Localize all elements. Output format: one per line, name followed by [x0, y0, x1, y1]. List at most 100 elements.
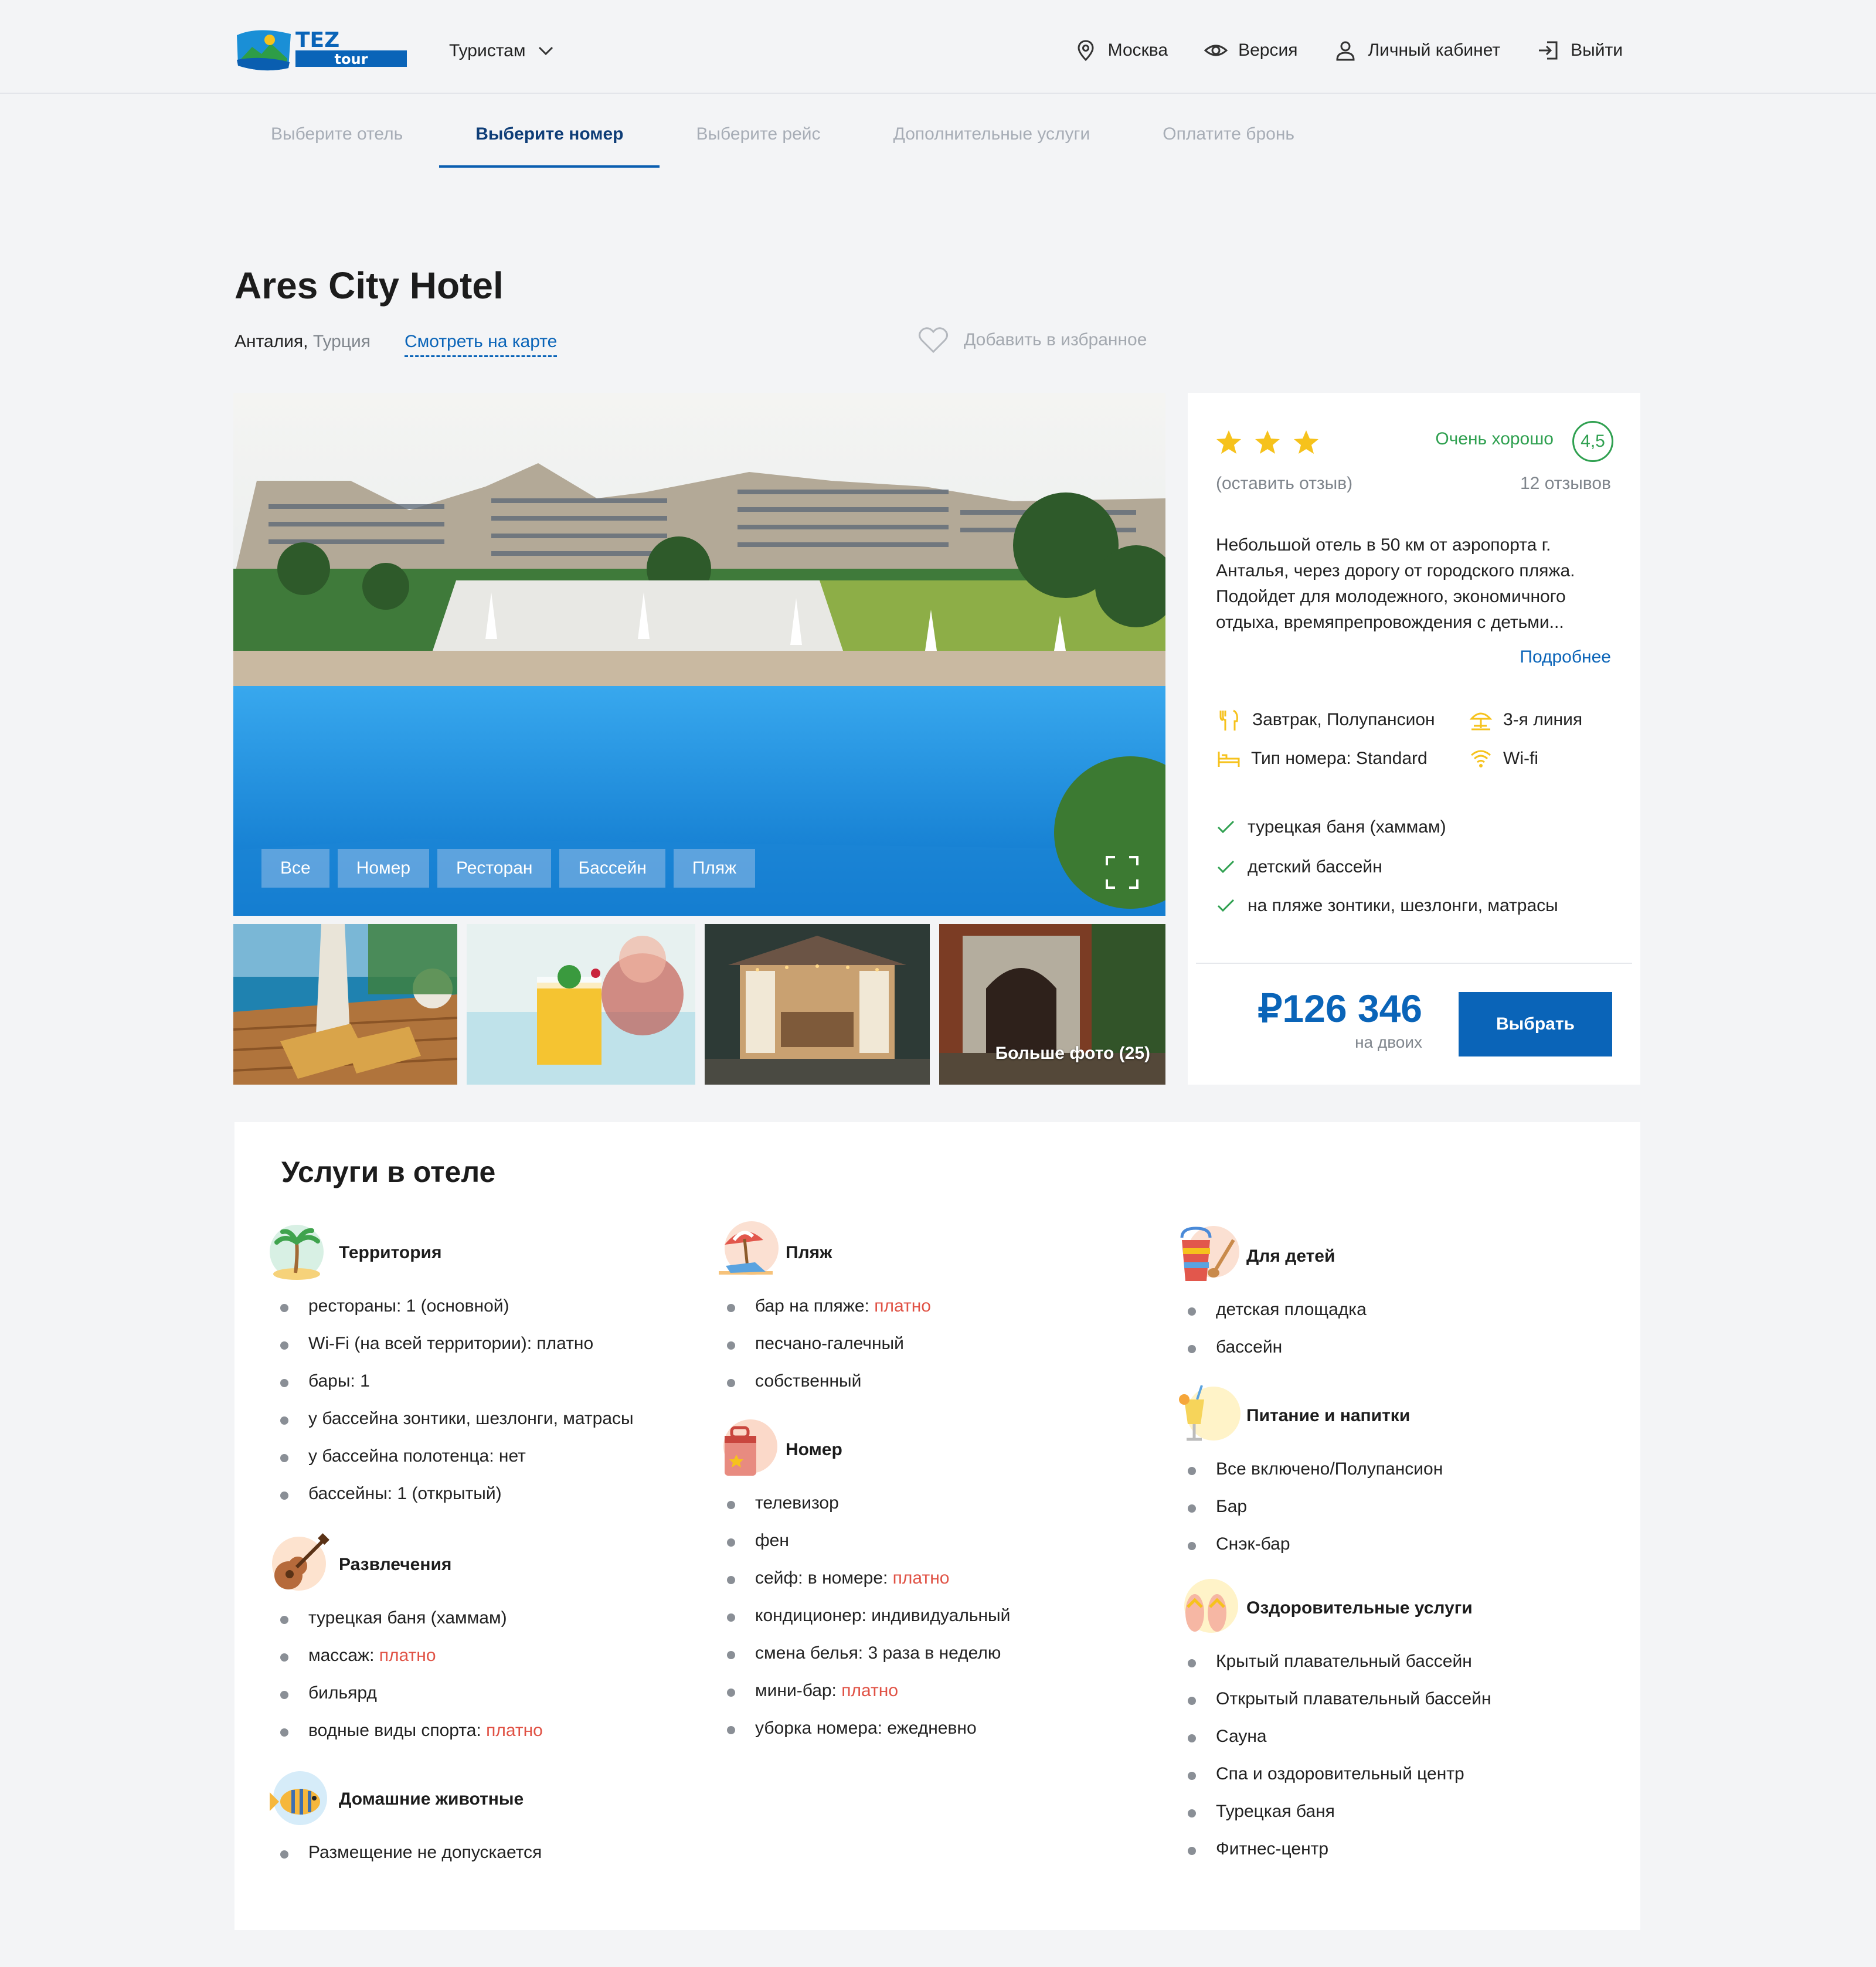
- service-list: рестораны: 1 (основной) Wi-Fi (на всей т…: [267, 1287, 634, 1513]
- cocktail-icon: [1179, 1385, 1241, 1441]
- photo-tab-restaurant[interactable]: Ресторан: [437, 849, 552, 888]
- service-group-room: Номер телевизор фен сейф: в номере: плат…: [714, 1418, 1010, 1747]
- step-choose-flight[interactable]: Выберите рейс: [660, 117, 857, 168]
- logout-icon: [1539, 41, 1558, 60]
- service-list: Размещение не допускается: [267, 1834, 542, 1871]
- step-pay-booking[interactable]: Оплатите бронь: [1126, 117, 1331, 168]
- read-more-link[interactable]: Подробнее: [1520, 647, 1611, 667]
- service-group-title: Питание и напитки: [1246, 1406, 1411, 1425]
- service-item: бары: 1: [267, 1363, 634, 1400]
- flip-flops-icon: [1184, 1579, 1238, 1633]
- card-divider: [1196, 963, 1632, 964]
- reviews-count-link[interactable]: 12 отзывов: [1520, 474, 1611, 494]
- step-extra-services[interactable]: Дополнительные услуги: [857, 117, 1127, 168]
- city-selector[interactable]: Москва: [1074, 39, 1168, 62]
- highlight-item: турецкая баня (хаммам): [1217, 817, 1446, 837]
- photo-tab-pool[interactable]: Бассейн: [559, 849, 665, 888]
- fork-knife-icon: [1219, 709, 1238, 731]
- step-choose-room[interactable]: Выберите номер: [439, 117, 660, 168]
- hotel-summary-card: Очень хорошо 4,5 (оставить отзыв) 12 отз…: [1188, 393, 1640, 1085]
- service-item: Сауна: [1175, 1718, 1491, 1755]
- room-type-feature: Тип номера: Standard: [1217, 747, 1428, 770]
- account-link[interactable]: Личный кабинет: [1334, 39, 1500, 62]
- service-group-food: Питание и напитки Все включено/Полупанси…: [1175, 1384, 1443, 1563]
- choose-button[interactable]: Выбрать: [1459, 992, 1612, 1056]
- photo-tab-room[interactable]: Номер: [337, 849, 430, 888]
- hotel-country: Турция: [312, 332, 371, 351]
- logout-link[interactable]: Выйти: [1537, 39, 1623, 62]
- service-item: Фитнес-центр: [1175, 1830, 1491, 1868]
- main-hotel-photo[interactable]: Все Номер Ресторан Бассейн Пляж: [233, 393, 1165, 916]
- beach-umbrella-icon: [1469, 712, 1493, 731]
- heart-icon: [919, 327, 948, 354]
- thumbnail-more-photos[interactable]: Больше фото (25): [939, 924, 1165, 1085]
- photo-tab-all[interactable]: Все: [261, 849, 329, 888]
- service-item: Снэк-бар: [1175, 1526, 1443, 1563]
- service-group-title: Домашние животные: [339, 1789, 524, 1809]
- chevron-down-icon: [539, 46, 553, 56]
- meal-label: Завтрак, Полупансион: [1252, 710, 1435, 729]
- beach-line-feature: 3-я линия: [1469, 708, 1582, 732]
- service-item: детская площадка: [1175, 1291, 1367, 1329]
- booking-steps: Выберите отель Выберите номер Выберите р…: [235, 117, 1331, 168]
- sand-bucket-icon: [1180, 1226, 1239, 1281]
- service-list: телевизор фен сейф: в номере: платно кон…: [714, 1484, 1010, 1747]
- service-item: бассейн: [1175, 1329, 1367, 1366]
- service-group-beach: Пляж бар на пляже: платно песчано-галечн…: [714, 1221, 931, 1400]
- beach-chair-icon: [719, 1221, 779, 1275]
- suitcase-icon: [723, 1419, 777, 1476]
- service-item: песчано-галечный: [714, 1325, 931, 1363]
- thumbnail-beach[interactable]: [233, 924, 457, 1085]
- service-group-health: Оздоровительные услуги Крытый плавательн…: [1175, 1576, 1491, 1868]
- thumbnail-beach-image: [233, 924, 457, 1085]
- service-list: детская площадка бассейн: [1175, 1291, 1367, 1366]
- room-type-label: Тип номера: Standard: [1251, 749, 1428, 768]
- step-choose-hotel[interactable]: Выберите отель: [235, 117, 439, 168]
- service-item: смена белья: 3 раза в неделю: [714, 1635, 1010, 1672]
- service-item: массаж: платно: [267, 1637, 543, 1674]
- svg-text:TEZ: TEZ: [295, 28, 339, 52]
- hotel-location: Анталия, Турция: [235, 332, 371, 352]
- version-toggle[interactable]: Версия: [1204, 39, 1297, 62]
- service-item: Турецкая баня: [1175, 1793, 1491, 1830]
- service-item: Бар: [1175, 1488, 1443, 1526]
- tez-tour-logo[interactable]: TEZ tour: [235, 27, 408, 72]
- photo-tab-beach[interactable]: Пляж: [673, 849, 756, 888]
- service-group-territory: Территория рестораны: 1 (основной) Wi-Fi…: [267, 1221, 634, 1513]
- thumbnail-terrace[interactable]: [705, 924, 930, 1085]
- hotel-pool-image: [233, 393, 1165, 916]
- leave-review-link[interactable]: (оставить отзыв): [1216, 474, 1352, 494]
- user-icon: [1336, 41, 1355, 61]
- price-value: ₽126 346: [1258, 987, 1422, 1030]
- favorites-label: Добавить в избранное: [964, 330, 1147, 349]
- svg-text:tour: tour: [335, 51, 368, 67]
- service-item: у бассейна полотенца: нет: [267, 1438, 634, 1475]
- service-group-title: Оздоровительные услуги: [1246, 1598, 1473, 1618]
- service-item: бильярд: [267, 1674, 543, 1712]
- bed-icon: [1218, 752, 1240, 767]
- hotel-title: Ares City Hotel: [235, 264, 504, 307]
- fullscreen-icon[interactable]: [1104, 855, 1140, 890]
- service-group-title: Для детей: [1246, 1246, 1335, 1266]
- beach-line-label: 3-я линия: [1503, 710, 1583, 729]
- star-icon: [1255, 430, 1280, 454]
- service-item: водные виды спорта: платно: [267, 1712, 543, 1749]
- version-label: Версия: [1238, 40, 1298, 60]
- service-item: у бассейна зонтики, шезлонги, матрасы: [267, 1400, 634, 1438]
- service-item: мини-бар: платно: [714, 1672, 1010, 1710]
- highlight-item: детский бассейн: [1217, 857, 1382, 877]
- service-item: Wi-Fi (на всей территории): платно: [267, 1325, 634, 1363]
- service-group-title: Номер: [786, 1440, 842, 1459]
- checkmark-icon: [1217, 860, 1235, 874]
- service-list: турецкая баня (хаммам) массаж: платно би…: [267, 1599, 543, 1749]
- more-photos-label: Больше фото (25): [995, 1044, 1150, 1063]
- location-pin-icon: [1078, 40, 1094, 62]
- highlight-label: турецкая баня (хаммам): [1248, 817, 1446, 837]
- view-on-map-link[interactable]: Смотреть на карте: [405, 332, 558, 357]
- hotel-stars: [1216, 429, 1319, 455]
- thumbnail-cocktail[interactable]: [467, 924, 695, 1085]
- add-to-favorites[interactable]: Добавить в избранное: [918, 326, 1147, 354]
- checkmark-icon: [1217, 820, 1235, 834]
- service-item: Все включено/Полупансион: [1175, 1450, 1443, 1488]
- tourists-menu[interactable]: Туристам: [449, 41, 553, 61]
